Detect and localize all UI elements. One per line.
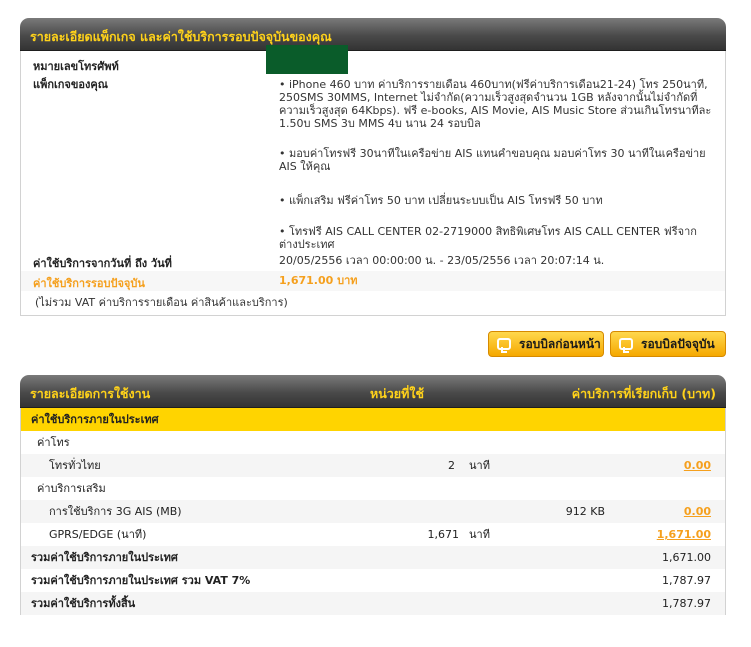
gprs-row-unit: นาที (469, 528, 490, 541)
usage-table: ค่าใช้บริการภายในประเทศ ค่าโทร โทรทั่วไท… (20, 408, 726, 615)
total-vat-row: รวมค่าใช้บริการภายในประเทศ รวม VAT 7% 1,… (21, 569, 725, 592)
data-row-qty: 912 KB (565, 505, 605, 518)
package-item-4: • โทรฟรี AIS CALL CENTER 02-2719000 สิทธ… (279, 225, 697, 251)
total-vat-amount: 1,787.97 (662, 574, 711, 587)
total-vat-label: รวมค่าใช้บริการภายในประเทศ รวม VAT 7% (31, 574, 251, 587)
current-charge-label: ค่าใช้บริการรอบปัจจุบัน (33, 277, 145, 290)
domestic-header-row: ค่าใช้บริการภายในประเทศ (21, 408, 725, 431)
table-row: GPRS/EDGE (นาที) 1,671 นาที 1,671.00 (21, 523, 725, 546)
extra-group-label: ค่าบริการเสริม (37, 482, 106, 495)
package-item-3: • แพ็กเสริม ฟรีค่าโทร 50 บาท เปลี่ยนระบบ… (279, 194, 603, 207)
vat-note: (ไม่รวม VAT ค่าบริการรายเดือน ค่าสินค้าแ… (35, 296, 288, 309)
grand-total-row: รวมค่าใช้บริการทั้งสิ้น 1,787.97 (21, 592, 725, 615)
call-row-qty: 2 (448, 459, 455, 472)
previous-bill-label: รอบบิลก่อนหน้า (519, 336, 601, 351)
gprs-row-amount-link[interactable]: 1,671.00 (657, 523, 711, 546)
gprs-row-qty: 1,671 (427, 528, 460, 541)
package-panel-body: หมายเลขโทรศัพท์ แพ็กเกจของคุณ • iPhone 4… (20, 45, 726, 316)
current-charge-value: 1,671.00 บาท (279, 274, 358, 287)
usage-panel-title: รายละเอียดการใช้งาน (30, 386, 151, 401)
current-charge-row: ค่าใช้บริการรอบปัจจุบัน 1,671.00 บาท (21, 271, 725, 291)
phone-row: หมายเลขโทรศัพท์ (21, 45, 725, 74)
previous-bill-button[interactable]: รอบบิลก่อนหน้า (488, 331, 604, 357)
package-label: แพ็กเกจของคุณ (33, 78, 108, 91)
speech-bubble-icon (619, 338, 633, 353)
period-value: 20/05/2556 เวลา 00:00:00 น. - 23/05/2556… (279, 254, 605, 267)
grand-total-amount: 1,787.97 (662, 597, 711, 610)
phone-label: หมายเลขโทรศัพท์ (33, 60, 119, 73)
call-row-label: โทรทั่วไทย (49, 459, 101, 472)
data-row-amount-link[interactable]: 0.00 (684, 500, 711, 523)
usage-panel-header: รายละเอียดการใช้งาน หน่วยที่ใช้ ค่าบริกา… (20, 375, 726, 408)
unit-column-header: หน่วยที่ใช้ (370, 386, 424, 401)
charge-column-header: ค่าบริการที่เรียกเก็บ (บาท) (571, 386, 716, 401)
current-bill-button[interactable]: รอบบิลปัจจุบัน (610, 331, 726, 357)
package-panel-header: รายละเอียดแพ็กเกจ และค่าใช้บริการรอบปัจจ… (20, 18, 726, 51)
period-label: ค่าใช้บริการจากวันที่ ถึง วันที่ (33, 257, 172, 270)
current-bill-label: รอบบิลปัจจุบัน (641, 336, 715, 351)
package-panel: รายละเอียดแพ็กเกจ และค่าใช้บริการรอบปัจจ… (20, 18, 726, 316)
usage-panel: รายละเอียดการใช้งาน หน่วยที่ใช้ ค่าบริกา… (20, 375, 726, 615)
table-row: โทรทั่วไทย 2 นาที 0.00 (21, 454, 725, 477)
gprs-row-label: GPRS/EDGE (นาที) (49, 528, 147, 541)
call-row-amount-link[interactable]: 0.00 (684, 454, 711, 477)
masked-phone-number (266, 45, 348, 74)
domestic-header: ค่าใช้บริการภายในประเทศ (31, 413, 159, 426)
total-domestic-row: รวมค่าใช้บริการภายในประเทศ 1,671.00 (21, 546, 725, 569)
extra-group-row: ค่าบริการเสริม (21, 477, 725, 500)
grand-total-label: รวมค่าใช้บริการทั้งสิ้น (31, 597, 136, 610)
total-domestic-label: รวมค่าใช้บริการภายในประเทศ (31, 551, 178, 564)
total-domestic-amount: 1,671.00 (662, 551, 711, 564)
package-item-2: • มอบค่าโทรฟรี 30นาทีในเครือข่าย AIS แทน… (279, 147, 706, 173)
speech-bubble-icon (497, 338, 511, 353)
package-panel-title: รายละเอียดแพ็กเกจ และค่าใช้บริการรอบปัจจ… (30, 29, 332, 44)
call-row-unit: นาที (469, 459, 490, 472)
call-group-row: ค่าโทร (21, 431, 725, 454)
data-row-label: การใช้บริการ 3G AIS (MB) (49, 505, 182, 518)
call-group-label: ค่าโทร (37, 436, 70, 449)
package-item-1: • iPhone 460 บาท ค่าบริการรายเดือน 460บา… (279, 78, 712, 130)
table-row: การใช้บริการ 3G AIS (MB) 912 KB 0.00 (21, 500, 725, 523)
